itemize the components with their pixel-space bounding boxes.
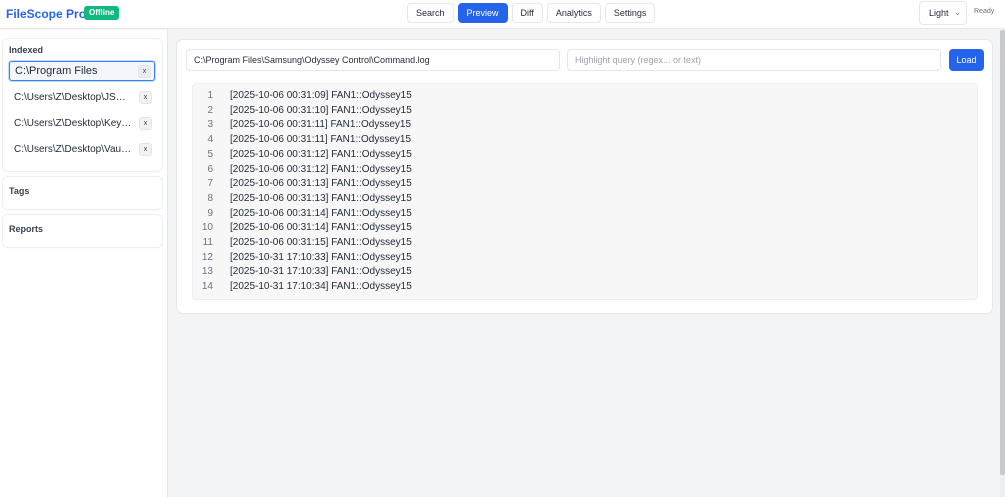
- log-line: 2 [2025-10-06 00:31:10] FAN1::Odyssey15: [193, 104, 977, 119]
- chevron-down-icon: ⌄: [954, 8, 961, 17]
- remove-folder-button[interactable]: x: [139, 117, 152, 130]
- main-nav: Search Preview Diff Analytics Settings: [407, 3, 656, 23]
- line-text: [2025-10-06 00:31:14] FAN1::Odyssey15: [230, 222, 412, 234]
- folder-label: C:\Program Files: [15, 65, 98, 77]
- sidebar-item-folder[interactable]: C:\Users\Z\Desktop\VaultSync x: [9, 140, 155, 160]
- line-number: 7: [207, 178, 213, 190]
- line-text: [2025-10-06 00:31:15] FAN1::Odyssey15: [230, 237, 412, 248]
- line-number: 1: [207, 90, 213, 101]
- folder-label: C:\Users\Z\Desktop\JSONViewer: [14, 92, 132, 103]
- line-text: [2025-10-06 00:31:11] FAN1::Odyssey15: [230, 134, 412, 146]
- line-number: 6: [207, 163, 213, 175]
- line-text: [2025-10-06 00:31:12] FAN1::Odyssey15: [230, 148, 412, 160]
- tags-card[interactable]: Tags: [3, 177, 162, 209]
- log-line: 12 [2025-10-31 17:10:33] FAN1::Odyssey15: [193, 251, 977, 266]
- tab-search[interactable]: Search: [407, 3, 454, 23]
- sidebar-item-folder[interactable]: C:\Users\Z\Desktop\KeyManager x: [9, 114, 155, 134]
- folder-label: C:\Users\Z\Desktop\KeyManager: [14, 118, 132, 129]
- log-line: 10 [2025-10-06 00:31:14] FAN1::Odyssey15: [193, 221, 977, 236]
- remove-folder-button[interactable]: x: [139, 143, 152, 156]
- theme-select[interactable]: Light ⌄: [919, 1, 967, 25]
- theme-select-value: Light: [929, 8, 949, 18]
- sidebar-item-folder[interactable]: C:\Users\Z\Desktop\JSONViewer x: [9, 88, 155, 108]
- line-number: 12: [201, 251, 213, 263]
- log-line: 4 [2025-10-06 00:31:11] FAN1::Odyssey15: [193, 133, 977, 148]
- page-scrollbar[interactable]: [1000, 30, 1005, 497]
- log-line: 13 [2025-10-31 17:10:33] FAN1::Odyssey15: [193, 265, 977, 280]
- preview-panel: Load 1 [2025-10-06 00:31:09] FAN1::Odysse…: [177, 40, 992, 313]
- remove-folder-button[interactable]: x: [139, 91, 152, 104]
- line-text: [2025-10-06 00:31:09] FAN1::Odyssey15: [230, 90, 412, 101]
- app-title: FileScope Pro+: [6, 7, 94, 21]
- log-line: 9 [2025-10-06 00:31:14] FAN1::Odyssey15: [193, 207, 977, 222]
- load-button[interactable]: Load: [949, 49, 984, 71]
- log-line: 6 [2025-10-06 00:31:12] FAN1::Odyssey15: [193, 163, 977, 178]
- line-text: [2025-10-31 17:10:33] FAN1::Odyssey15: [230, 251, 412, 263]
- log-line: 7 [2025-10-06 00:31:13] FAN1::Odyssey15: [193, 177, 977, 192]
- log-line: 14 [2025-10-31 17:10:34] FAN1::Odyssey15: [193, 280, 977, 295]
- log-line: 8 [2025-10-06 00:31:13] FAN1::Odyssey15: [193, 192, 977, 207]
- reports-title: Reports: [9, 224, 44, 234]
- line-text: [2025-10-31 17:10:34] FAN1::Odyssey15: [230, 281, 412, 293]
- line-text: [2025-10-06 00:31:13] FAN1::Odyssey15: [230, 178, 412, 190]
- line-number: 3: [207, 119, 213, 131]
- line-number: 13: [201, 266, 213, 278]
- line-number: 14: [201, 281, 213, 293]
- line-number: 9: [207, 207, 213, 219]
- tab-analytics[interactable]: Analytics: [546, 3, 601, 23]
- line-number: 8: [207, 192, 213, 204]
- scrollbar-thumb[interactable]: [1000, 30, 1005, 475]
- log-viewer[interactable]: 1 [2025-10-06 00:31:09] FAN1::Odyssey15 2[…: [192, 83, 978, 300]
- line-number: 11: [202, 237, 213, 248]
- folder-label: C:\Users\Z\Desktop\VaultSync: [14, 144, 132, 155]
- line-number: 4: [207, 134, 213, 146]
- line-text: [2025-10-06 00:31:11] FAN1::Odyssey15: [230, 119, 412, 131]
- log-line: 3 [2025-10-06 00:31:11] FAN1::Odyssey15: [193, 118, 977, 133]
- sidebar: Indexed C:\Program Files x C:\Users\Z\De…: [0, 30, 168, 497]
- log-line: 11 [2025-10-06 00:31:15] FAN1::Odyssey15: [193, 236, 977, 251]
- remove-folder-button[interactable]: x: [138, 65, 151, 78]
- line-text: [2025-10-06 00:31:13] FAN1::Odyssey15: [230, 192, 412, 204]
- status-badge: Offline: [84, 6, 120, 20]
- line-number: 2: [207, 104, 213, 116]
- indexed-title: Indexed: [9, 45, 44, 55]
- line-text: [2025-10-06 00:31:12] FAN1::Odyssey15: [230, 163, 412, 175]
- status-text: Ready: [974, 8, 995, 15]
- line-number: 5: [207, 148, 213, 160]
- sidebar-item-folder[interactable]: C:\Program Files x: [9, 61, 155, 81]
- highlight-query-input[interactable]: [567, 49, 941, 71]
- indexed-card: Indexed C:\Program Files x C:\Users\Z\De…: [3, 39, 162, 171]
- tags-title: Tags: [9, 186, 30, 196]
- tab-diff[interactable]: Diff: [511, 3, 543, 23]
- tab-settings[interactable]: Settings: [604, 3, 656, 23]
- tab-preview[interactable]: Preview: [457, 3, 508, 23]
- line-number: 10: [201, 222, 213, 234]
- reports-card[interactable]: Reports: [3, 215, 162, 247]
- line-text: [2025-10-06 00:31:14] FAN1::Odyssey15: [230, 207, 412, 219]
- line-text: [2025-10-06 00:31:10] FAN1::Odyssey15: [230, 104, 412, 116]
- line-text: [2025-10-31 17:10:33] FAN1::Odyssey15: [230, 266, 412, 278]
- log-line: 1 [2025-10-06 00:31:09] FAN1::Odyssey15: [193, 89, 977, 104]
- app-header: FileScope Pro+ Offline Search Preview Di…: [0, 0, 1005, 29]
- log-line: 5 [2025-10-06 00:31:12] FAN1::Odyssey15: [193, 148, 977, 163]
- file-path-input[interactable]: [186, 49, 560, 71]
